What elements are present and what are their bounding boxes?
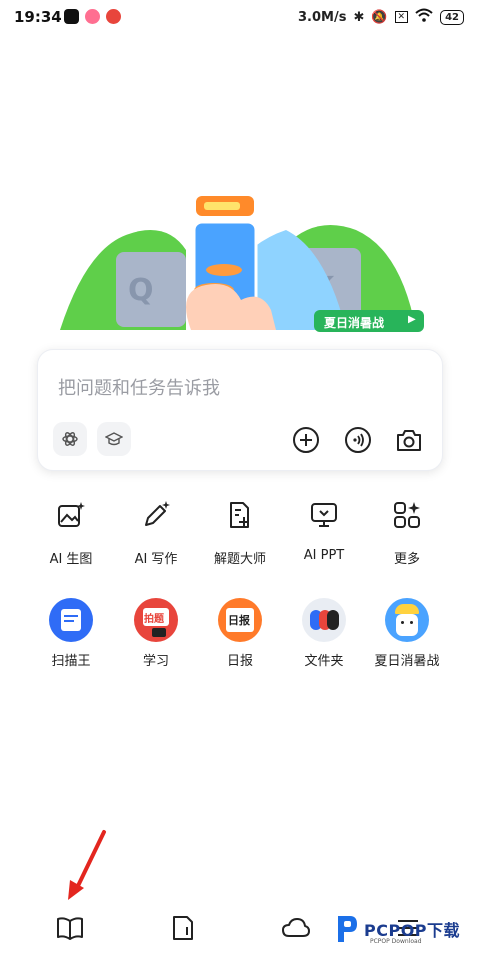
tool-label: AI 生图 (49, 552, 93, 567)
study-mode-button[interactable] (97, 422, 131, 456)
tool-ai-ppt[interactable]: AI PPT (279, 495, 369, 563)
voice-button[interactable] (343, 425, 373, 455)
red-arrow-annotation (68, 830, 106, 900)
tiktok-icon (64, 9, 79, 24)
summer-banner[interactable]: Q K 夏日消暑战 ▶ (56, 190, 426, 335)
camera-button[interactable] (394, 425, 424, 455)
status-time: 19:34 (14, 8, 62, 26)
summer-mascot-icon (385, 598, 429, 642)
app-label: 学习 (142, 654, 169, 669)
presentation-icon (311, 503, 337, 527)
scanner-icon (49, 598, 93, 642)
apps-row: 扫描王 拍题 学习 日报 日报 文件夹 夏日消暑战 (0, 598, 480, 678)
study-icon: 拍题 (134, 598, 178, 642)
app-study[interactable]: 拍题 学习 (111, 598, 201, 669)
watermark: PCPOP下载 PCPOP Download (334, 912, 460, 946)
pen-sparkle-icon (145, 501, 170, 526)
pcpop-logo-icon (338, 916, 357, 942)
graduation-cap-icon (105, 432, 123, 446)
book-icon (57, 917, 83, 940)
study-badge-text: 拍题 (144, 614, 164, 625)
note-icon (173, 916, 193, 940)
watermark-subtext: PCPOP Download (370, 938, 422, 945)
app-label: 日报 (226, 654, 253, 669)
camera-icon (397, 430, 421, 451)
daily-icon: 日报 (218, 598, 262, 642)
tool-ai-writing[interactable]: AI 写作 (111, 495, 201, 567)
nav-cloud[interactable] (276, 908, 316, 948)
voice-wave-icon (345, 427, 371, 453)
app-daily[interactable]: 日报 日报 (195, 598, 285, 669)
tool-label: 更多 (393, 552, 420, 567)
svg-text:Q: Q (128, 273, 154, 308)
ask-input-placeholder[interactable]: 把问题和任务告诉我 (58, 374, 220, 400)
daily-badge-text: 日报 (228, 614, 250, 627)
sim-icon: ✕ (394, 11, 409, 23)
tool-label: AI 写作 (134, 552, 178, 567)
mute-icon: 🔕 (371, 9, 388, 25)
app-label: 文件夹 (304, 654, 344, 669)
tool-more[interactable]: 更多 (362, 495, 452, 567)
app-summer[interactable]: 夏日消暑战 (362, 598, 452, 669)
tool-label: 解题大师 (213, 552, 266, 567)
image-sparkle-icon (58, 502, 85, 527)
app-label: 夏日消暑战 (374, 654, 440, 669)
wifi-icon (415, 8, 433, 26)
nav-note[interactable] (163, 908, 203, 948)
cloud-icon (282, 918, 310, 937)
document-plus-icon (230, 502, 249, 528)
ai-tools-row: AI 生图 AI 写作 解题大师 AI PPT 更多 (0, 495, 480, 567)
play-icon: ▶ (408, 314, 416, 325)
app-scanner[interactable]: 扫描王 (26, 598, 116, 669)
status-bar: 19:34 3.0M/s ✱ 🔕 ✕ 42 (0, 0, 480, 34)
tool-label: AI PPT (303, 548, 345, 563)
app-label: 扫描王 (51, 654, 91, 669)
tool-problem-solver[interactable]: 解题大师 (195, 495, 285, 567)
music-icon (106, 9, 121, 24)
folder-icon (302, 598, 346, 642)
battery-indicator: 42 (440, 9, 464, 25)
ai-model-button[interactable] (53, 422, 87, 456)
status-right: 3.0M/s ✱ 🔕 ✕ 42 (298, 8, 464, 26)
network-speed: 3.0M/s (297, 9, 347, 25)
bluetooth-icon: ✱ (353, 9, 365, 25)
app-folder[interactable]: 文件夹 (279, 598, 369, 669)
grid-more-icon (394, 502, 420, 528)
tool-ai-image[interactable]: AI 生图 (26, 495, 116, 567)
nav-book[interactable] (50, 908, 90, 948)
add-button[interactable] (291, 425, 321, 455)
app-notification-icon (85, 9, 100, 24)
banner-badge-text: 夏日消暑战 (324, 316, 385, 330)
plus-circle-icon (293, 427, 319, 453)
notification-icons (64, 9, 121, 24)
atom-icon (62, 432, 78, 446)
ask-input-card[interactable]: 把问题和任务告诉我 (37, 349, 443, 471)
